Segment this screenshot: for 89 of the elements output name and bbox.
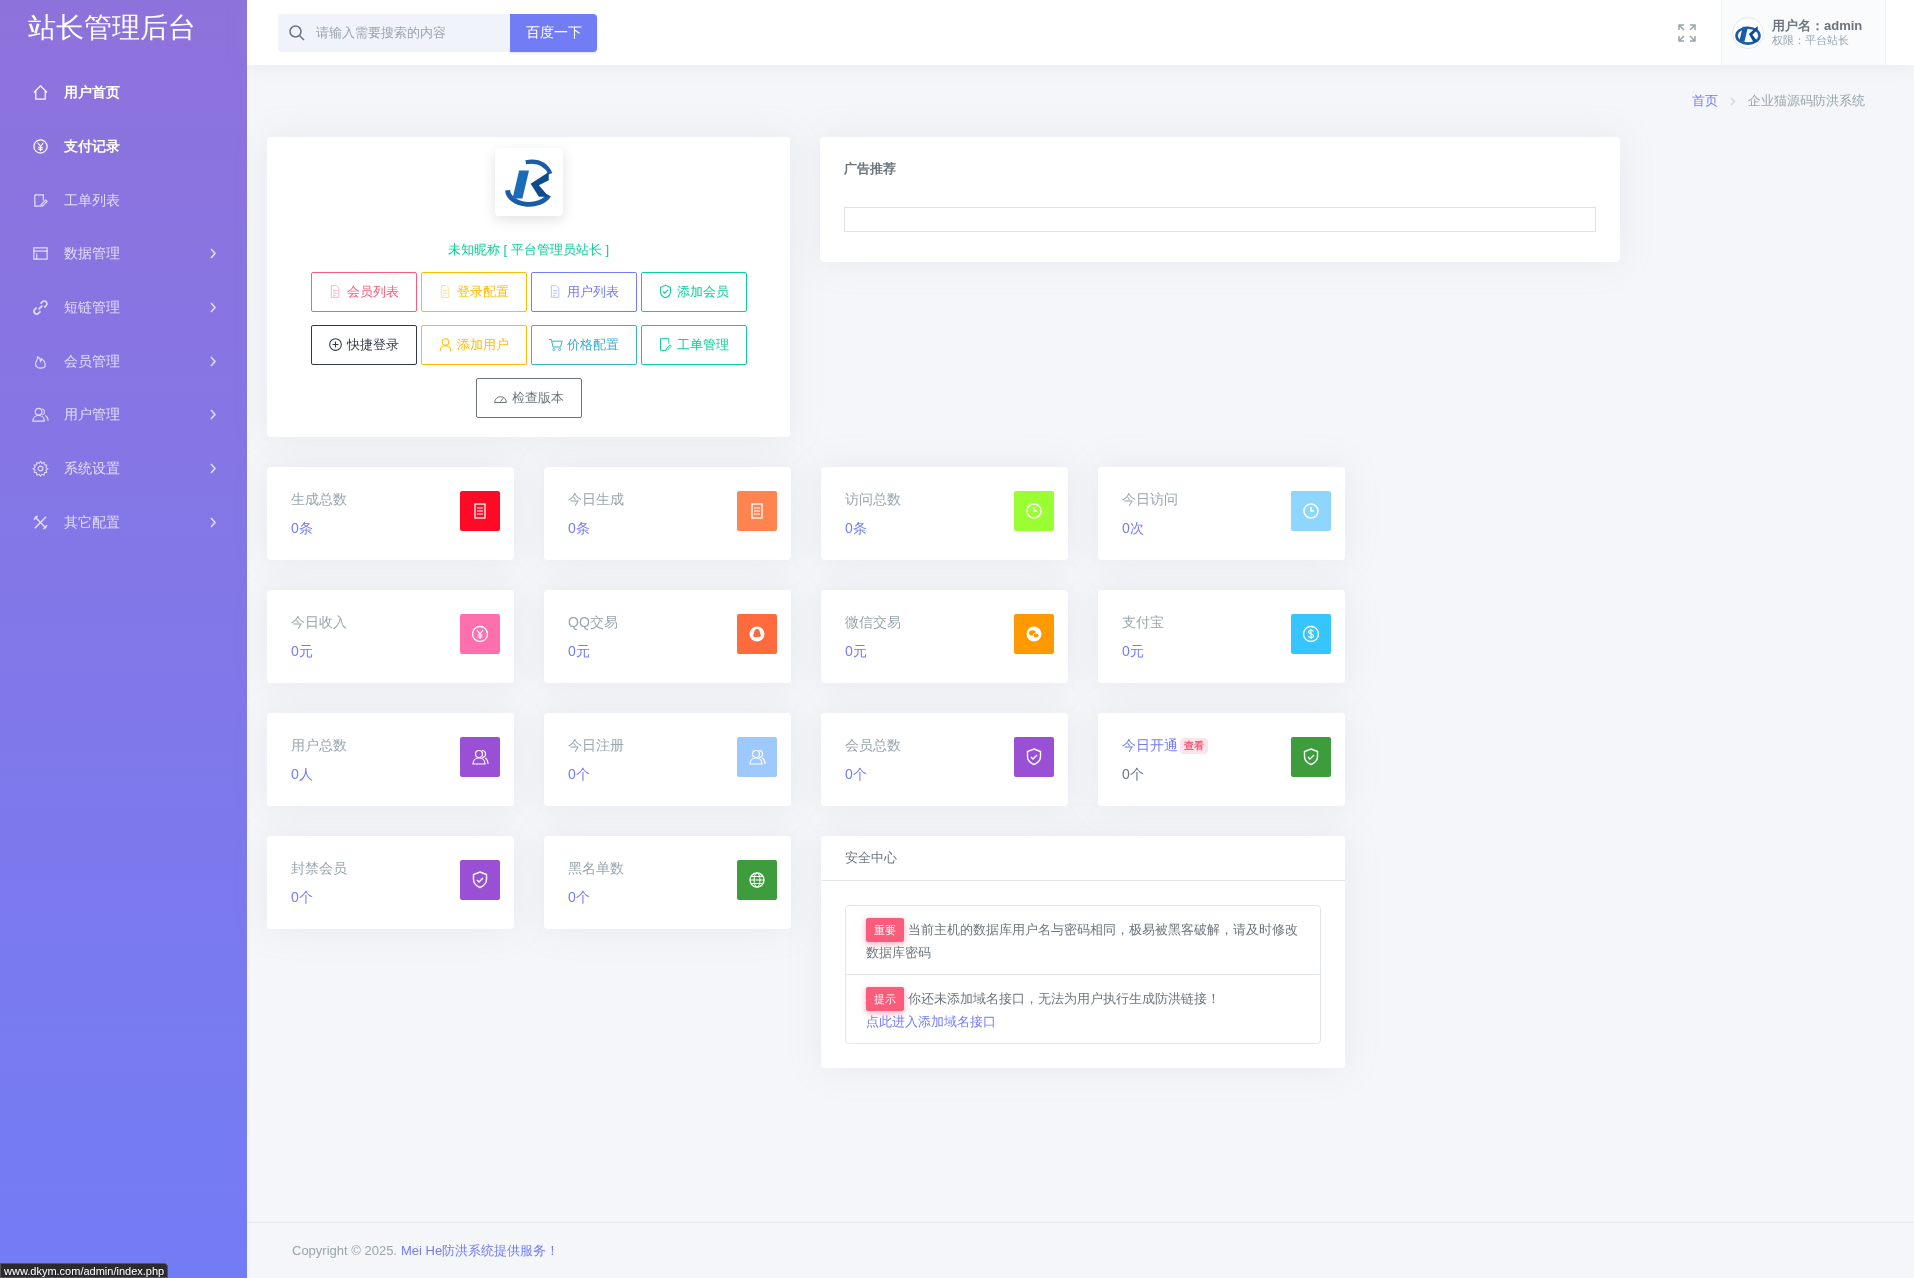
tools-icon xyxy=(32,513,49,531)
sidebar-title: 站长管理后台 xyxy=(27,11,196,45)
link-icon xyxy=(32,299,49,317)
chevron-right-icon xyxy=(209,248,217,260)
search-icon xyxy=(288,23,306,42)
chevron-right-icon xyxy=(209,516,217,528)
profile-name: 未知昵称 [ 平台管理员站长 ] xyxy=(447,241,610,259)
stat-value: 0个 xyxy=(1122,765,1144,784)
stat-value: 0元 xyxy=(1122,642,1144,661)
user-role: 权限：平台站长 xyxy=(1772,33,1850,48)
stat-label: 用户总数 xyxy=(291,736,347,755)
action-button[interactable]: 会员列表 xyxy=(310,271,417,312)
stat-label: 微信交易 xyxy=(845,613,901,632)
notice-badge: 提示 xyxy=(866,987,904,1011)
sidebar-item[interactable]: 会员管理 xyxy=(0,334,247,389)
view-badge[interactable]: 查看 xyxy=(1180,737,1208,754)
stat-link[interactable]: 今日开通 xyxy=(1122,735,1178,756)
stat-label: 黑名单数 xyxy=(568,859,624,878)
plus-circle-icon xyxy=(328,337,343,352)
stat-label: 今日访问 xyxy=(1122,490,1178,509)
notice-link[interactable]: 点此进入添加域名接口 xyxy=(866,1014,996,1029)
gear-icon xyxy=(32,460,49,478)
stat-label: 今日生成 xyxy=(568,490,624,509)
sidebar-item[interactable]: 其它配置 xyxy=(0,495,247,550)
stat-value: 0元 xyxy=(845,642,867,661)
ticket-icon xyxy=(658,337,673,352)
stat-value: 0条 xyxy=(568,519,590,538)
stat-value: 0个 xyxy=(291,888,313,907)
sidebar-item[interactable]: 数据管理 xyxy=(0,227,247,281)
stat-label: 今日注册 xyxy=(568,736,624,755)
action-button[interactable]: 添加会员 xyxy=(640,271,747,312)
action-button[interactable]: 工单管理 xyxy=(640,324,747,365)
search-field[interactable]: 请输入需要搜索的内容 xyxy=(278,13,510,52)
home-icon xyxy=(32,84,49,102)
sidebar-item[interactable]: 支付记录 xyxy=(0,119,247,174)
stat-value: 0条 xyxy=(845,519,867,538)
copyright-text: Copyright © 2025. xyxy=(292,1241,397,1260)
stat-label: 封禁会员 xyxy=(291,859,347,878)
chevron-right-icon xyxy=(209,302,217,314)
search-button[interactable]: 百度一下 xyxy=(510,13,597,52)
security-title: 安全中心 xyxy=(845,849,897,868)
stat-label: 访问总数 xyxy=(845,490,901,509)
stat-value: 0次 xyxy=(1122,519,1144,538)
user-panel[interactable]: 用户名：admin 权限：平台站长 xyxy=(1721,0,1886,65)
stat-label: 今日收入 xyxy=(291,613,347,632)
stat-value: 0个 xyxy=(568,765,590,784)
notice-text: 重要 当前主机的数据库用户名与密码相同，极易被黑客破解，请及时修改数据库密码 xyxy=(866,918,1300,964)
sidebar-item[interactable]: 工单列表 xyxy=(0,173,247,228)
window-icon xyxy=(32,245,49,263)
action-button[interactable]: 登录配置 xyxy=(420,271,527,312)
chevron-right-icon xyxy=(209,355,217,367)
action-button[interactable]: 检查版本 xyxy=(475,377,582,418)
notice-text: 提示 你还未添加域名接口，无法为用户执行生成防洪链接！ 点此进入添加域名接口 xyxy=(866,987,1300,1033)
sidebar-item[interactable]: 用户管理 xyxy=(0,388,247,442)
notice-badge: 重要 xyxy=(866,918,904,942)
action-button[interactable]: 快捷登录 xyxy=(310,324,417,365)
stat-value: 0条 xyxy=(291,519,313,538)
action-button[interactable]: 添加用户 xyxy=(420,324,527,365)
stat-value: 0个 xyxy=(845,765,867,784)
shield-check-icon xyxy=(658,284,673,299)
stat-value: 0元 xyxy=(291,642,313,661)
fullscreen-icon[interactable] xyxy=(1677,22,1697,43)
stat-label: QQ交易 xyxy=(568,613,618,632)
chevron-right-icon xyxy=(209,463,217,475)
ad-title: 广告推荐 xyxy=(844,160,896,178)
action-button[interactable]: 用户列表 xyxy=(530,271,637,312)
stat-value: 0元 xyxy=(568,642,590,661)
action-button[interactable]: 价格配置 xyxy=(530,324,637,365)
stat-label: 会员总数 xyxy=(845,736,901,755)
status-url: www.dkym.com/admin/index.php xyxy=(0,1263,169,1278)
user-name: 用户名：admin xyxy=(1772,17,1863,34)
chevron-right-icon xyxy=(1730,96,1736,106)
breadcrumb-current: 企业猫源码防洪系统 xyxy=(1748,92,1865,111)
stat-label: 支付宝 xyxy=(1122,613,1164,632)
stat-value: 0个 xyxy=(568,888,590,907)
chevron-right-icon xyxy=(209,409,217,421)
stat-label: 生成总数 xyxy=(291,490,347,509)
users-icon xyxy=(32,406,49,424)
footer-link[interactable]: Mei He防洪系统提供服务！ xyxy=(401,1240,560,1261)
yen-icon xyxy=(32,138,49,156)
sidebar-item[interactable]: 用户首页 xyxy=(0,66,247,120)
sidebar-item[interactable]: 系统设置 xyxy=(0,441,247,496)
ticket-icon xyxy=(32,191,49,209)
breadcrumb-link[interactable]: 首页 xyxy=(1692,91,1718,111)
sidebar-item[interactable]: 短链管理 xyxy=(0,280,247,335)
stat-value: 0人 xyxy=(291,765,313,784)
cart-icon xyxy=(548,337,563,352)
user-icon xyxy=(438,337,453,352)
avatar-logo-icon xyxy=(1732,16,1764,49)
